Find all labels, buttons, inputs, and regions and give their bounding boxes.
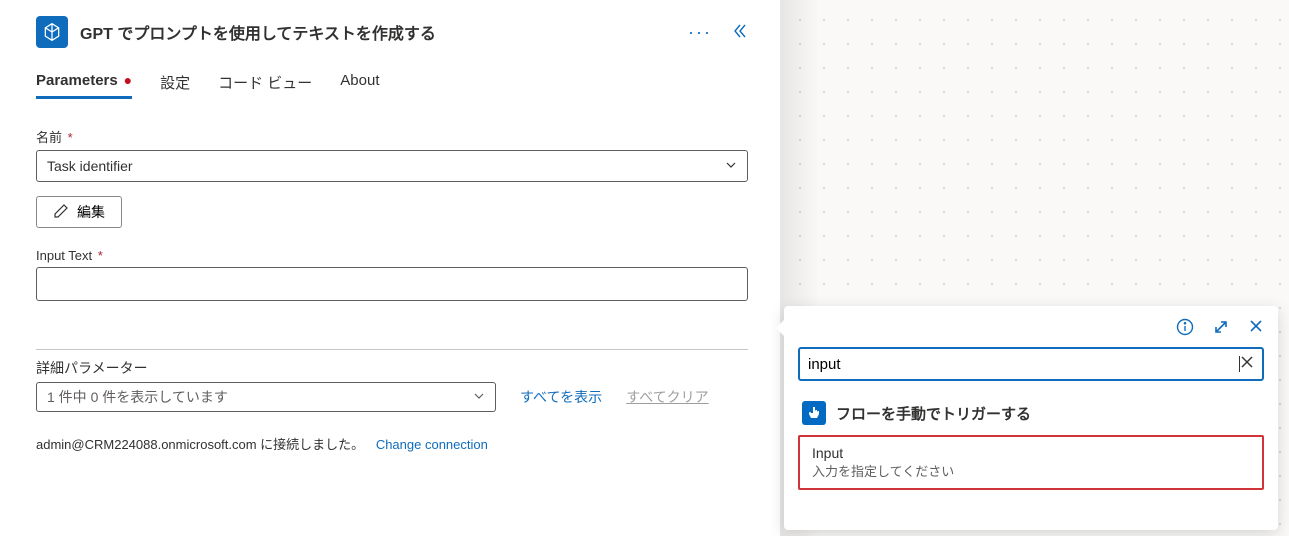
- edit-button-label: 編集: [77, 202, 105, 222]
- dynamic-content-panel: フローを手動でトリガーする Input 入力を指定してください: [784, 306, 1278, 530]
- input-text-field[interactable]: [36, 267, 748, 301]
- gpt-action-icon: [36, 16, 68, 48]
- edit-button[interactable]: 編集: [36, 196, 122, 228]
- action-title: GPT でプロンプトを使用してテキストを作成する: [80, 20, 676, 44]
- advanced-parameters-section: 詳細パラメーター 1 件中 0 件を表示しています すべてを表示 すべてクリア: [36, 349, 748, 412]
- clear-all-link: すべてクリア: [626, 387, 708, 407]
- chevron-down-icon: [473, 389, 485, 405]
- dynamic-search-box[interactable]: [798, 347, 1264, 381]
- tab-about[interactable]: About: [340, 72, 379, 99]
- pencil-icon: [53, 203, 69, 222]
- required-icon: *: [64, 130, 73, 145]
- tab-bar: Parameters ● 設定 コード ビュー About: [36, 72, 748, 99]
- tab-codeview[interactable]: コード ビュー: [218, 72, 312, 99]
- result-subtitle: 入力を指定してください: [812, 461, 1250, 480]
- action-header: GPT でプロンプトを使用してテキストを作成する ···: [36, 16, 748, 48]
- tab-settings[interactable]: 設定: [160, 72, 190, 99]
- advanced-select[interactable]: 1 件中 0 件を表示しています: [36, 382, 496, 412]
- connection-status-row: admin@CRM224088.onmicrosoft.com に接続しました。…: [36, 434, 748, 453]
- expand-icon[interactable]: [1212, 318, 1230, 339]
- advanced-label: 詳細パラメーター: [36, 358, 748, 378]
- more-options-icon[interactable]: ···: [688, 22, 712, 43]
- dynamic-search-input[interactable]: [808, 356, 1239, 373]
- unsaved-dot-icon: ●: [120, 72, 132, 88]
- clear-search-icon[interactable]: [1240, 355, 1254, 374]
- trigger-group-label: フローを手動でトリガーする: [836, 403, 1031, 424]
- required-icon: *: [94, 248, 103, 263]
- change-connection-link[interactable]: Change connection: [376, 437, 488, 452]
- show-all-link[interactable]: すべてを表示: [520, 387, 602, 407]
- input-text-label: Input Text *: [36, 248, 748, 263]
- name-label: 名前 *: [36, 127, 748, 146]
- connection-status-text: admin@CRM224088.onmicrosoft.com に接続しました。: [36, 437, 364, 452]
- tab-parameters[interactable]: Parameters ●: [36, 72, 132, 99]
- manual-trigger-icon: [802, 401, 826, 425]
- advanced-select-value: 1 件中 0 件を表示しています: [47, 387, 228, 407]
- trigger-group-header: フローを手動でトリガーする: [798, 395, 1264, 435]
- chevron-down-icon: [725, 158, 737, 174]
- action-config-panel: GPT でプロンプトを使用してテキストを作成する ··· Parameters …: [0, 0, 780, 536]
- collapse-panel-icon[interactable]: [732, 23, 748, 42]
- name-select-value: Task identifier: [47, 158, 133, 174]
- close-icon[interactable]: [1248, 318, 1264, 339]
- dynamic-content-item-input[interactable]: Input 入力を指定してください: [798, 435, 1264, 490]
- tab-parameters-label: Parameters: [36, 72, 118, 89]
- name-select[interactable]: Task identifier: [36, 150, 748, 182]
- result-title: Input: [812, 445, 1250, 461]
- info-icon[interactable]: [1176, 318, 1194, 339]
